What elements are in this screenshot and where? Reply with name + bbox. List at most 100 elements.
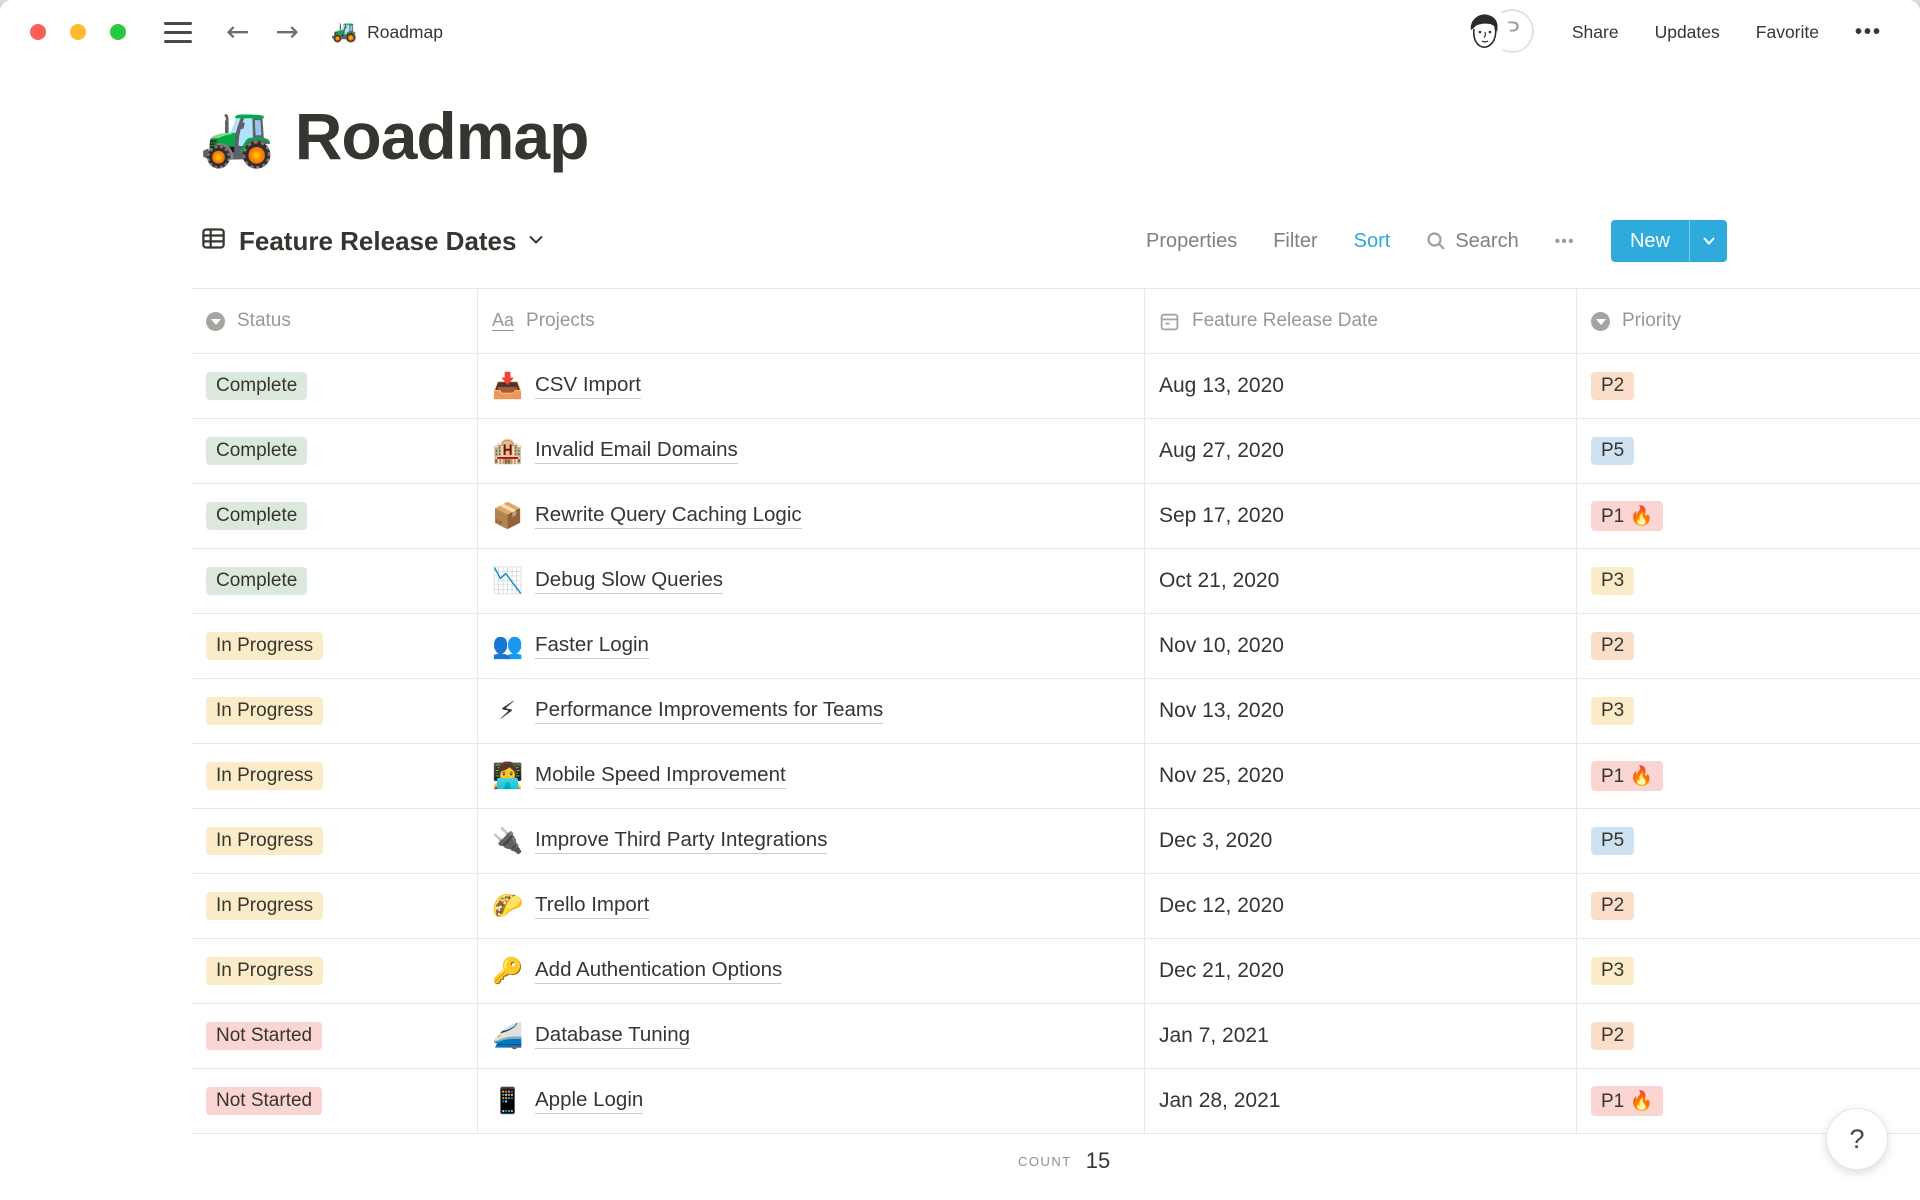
breadcrumb-page-emoji: 🚜 bbox=[330, 20, 358, 43]
project-emoji: 🏨 bbox=[492, 436, 524, 465]
date-cell[interactable]: Dec 21, 2020 bbox=[1145, 939, 1577, 1003]
search-icon bbox=[1427, 232, 1446, 250]
status-cell[interactable]: In Progress bbox=[192, 874, 478, 938]
project-link[interactable]: ⚡ Performance Improvements for Teams bbox=[492, 696, 884, 726]
table-row: In Progress 🔑 Add Authentication Options… bbox=[192, 939, 1920, 1004]
sidebar-menu-icon[interactable] bbox=[164, 21, 192, 43]
status-cell[interactable]: In Progress bbox=[192, 939, 478, 1003]
project-cell[interactable]: 🚄 Database Tuning bbox=[478, 1004, 1145, 1068]
status-cell[interactable]: Complete bbox=[192, 484, 478, 548]
priority-cell[interactable]: P5 bbox=[1577, 419, 1920, 483]
status-cell[interactable]: Not Started bbox=[192, 1004, 478, 1068]
updates-button[interactable]: Updates bbox=[1655, 22, 1720, 43]
priority-cell[interactable]: P2 bbox=[1577, 1004, 1920, 1068]
project-link[interactable]: 👩‍💻 Mobile Speed Improvement bbox=[492, 762, 786, 791]
project-link[interactable]: 🚄 Database Tuning bbox=[492, 1022, 691, 1051]
project-cell[interactable]: 👥 Faster Login bbox=[478, 614, 1145, 678]
status-cell[interactable]: In Progress bbox=[192, 679, 478, 743]
help-button[interactable]: ? bbox=[1826, 1108, 1888, 1170]
project-emoji: 🌮 bbox=[492, 891, 524, 920]
collaborator-avatars[interactable]: P bbox=[1459, 8, 1536, 56]
date-cell[interactable]: Dec 3, 2020 bbox=[1145, 809, 1577, 873]
column-label: Status bbox=[237, 310, 291, 331]
priority-cell[interactable]: P2 bbox=[1577, 354, 1920, 418]
column-header-projects[interactable]: Aa Projects bbox=[478, 289, 1145, 353]
toolbar-more-icon[interactable]: ••• bbox=[1555, 233, 1575, 250]
status-cell[interactable]: In Progress bbox=[192, 614, 478, 678]
more-options-icon[interactable]: ••• bbox=[1855, 21, 1882, 44]
project-cell[interactable]: 👩‍💻 Mobile Speed Improvement bbox=[478, 744, 1145, 808]
date-cell[interactable]: Sep 17, 2020 bbox=[1145, 484, 1577, 548]
priority-cell[interactable]: P1 🔥 bbox=[1577, 744, 1920, 808]
favorite-button[interactable]: Favorite bbox=[1756, 22, 1819, 43]
date-cell[interactable]: Jan 7, 2021 bbox=[1145, 1004, 1577, 1068]
date-cell[interactable]: Aug 13, 2020 bbox=[1145, 354, 1577, 418]
status-cell[interactable]: Not Started bbox=[192, 1069, 478, 1133]
project-link[interactable]: 📦 Rewrite Query Caching Logic bbox=[492, 502, 802, 531]
status-cell[interactable]: In Progress bbox=[192, 744, 478, 808]
priority-cell[interactable]: P3 bbox=[1577, 549, 1920, 613]
priority-cell[interactable]: P1 🔥 bbox=[1577, 484, 1920, 548]
priority-cell[interactable]: P5 bbox=[1577, 809, 1920, 873]
status-cell[interactable]: Complete bbox=[192, 419, 478, 483]
date-cell[interactable]: Nov 10, 2020 bbox=[1145, 614, 1577, 678]
project-emoji: 📥 bbox=[492, 371, 524, 400]
project-link[interactable]: 🔑 Add Authentication Options bbox=[492, 957, 783, 986]
new-dropdown-button[interactable] bbox=[1690, 220, 1727, 262]
date-cell[interactable]: Nov 25, 2020 bbox=[1145, 744, 1577, 808]
project-cell[interactable]: 📉 Debug Slow Queries bbox=[478, 549, 1145, 613]
status-badge: Complete bbox=[206, 437, 308, 465]
zoom-window-button[interactable] bbox=[110, 24, 126, 40]
project-cell[interactable]: 🔌 Improve Third Party Integrations bbox=[478, 809, 1145, 873]
project-link[interactable]: 📉 Debug Slow Queries bbox=[492, 567, 724, 596]
count-label[interactable]: COUNT bbox=[1018, 1154, 1072, 1169]
priority-cell[interactable]: P3 bbox=[1577, 939, 1920, 1003]
column-header-status[interactable]: Status bbox=[192, 289, 478, 353]
page-title-text[interactable]: Roadmap bbox=[295, 98, 590, 174]
date-cell[interactable]: Aug 27, 2020 bbox=[1145, 419, 1577, 483]
date-cell[interactable]: Dec 12, 2020 bbox=[1145, 874, 1577, 938]
new-button[interactable]: New bbox=[1611, 220, 1689, 262]
status-cell[interactable]: In Progress bbox=[192, 809, 478, 873]
priority-cell[interactable]: P2 bbox=[1577, 614, 1920, 678]
project-emoji: 👥 bbox=[492, 631, 524, 660]
properties-button[interactable]: Properties bbox=[1146, 230, 1237, 253]
sort-button[interactable]: Sort bbox=[1354, 230, 1391, 253]
project-link[interactable]: 🌮 Trello Import bbox=[492, 891, 650, 921]
view-selector[interactable]: Feature Release Dates bbox=[200, 225, 544, 257]
column-header-date[interactable]: Feature Release Date bbox=[1145, 289, 1577, 353]
status-cell[interactable]: Complete bbox=[192, 549, 478, 613]
date-cell[interactable]: Oct 21, 2020 bbox=[1145, 549, 1577, 613]
priority-cell[interactable]: P2 bbox=[1577, 874, 1920, 938]
table-row: In Progress 👩‍💻 Mobile Speed Improvement… bbox=[192, 744, 1920, 809]
project-cell[interactable]: 📱 Apple Login bbox=[478, 1069, 1145, 1133]
project-cell[interactable]: 📥 CSV Import bbox=[478, 354, 1145, 418]
forward-arrow-icon[interactable]: → bbox=[275, 18, 298, 46]
project-cell[interactable]: 🔑 Add Authentication Options bbox=[478, 939, 1145, 1003]
back-arrow-icon[interactable]: ← bbox=[226, 18, 249, 46]
project-link[interactable]: 🏨 Invalid Email Domains bbox=[492, 437, 738, 466]
column-header-priority[interactable]: Priority bbox=[1577, 289, 1920, 353]
page-emoji[interactable]: 🚜 bbox=[200, 106, 275, 166]
project-link[interactable]: 🔌 Improve Third Party Integrations bbox=[492, 827, 828, 856]
close-window-button[interactable] bbox=[30, 24, 46, 40]
date-cell[interactable]: Nov 13, 2020 bbox=[1145, 679, 1577, 743]
status-cell[interactable]: Complete bbox=[192, 354, 478, 418]
window-topbar: ← → 🚜 Roadmap P Share Updates Favorite •… bbox=[0, 0, 1920, 64]
filter-button[interactable]: Filter bbox=[1273, 230, 1317, 253]
project-cell[interactable]: 📦 Rewrite Query Caching Logic bbox=[478, 484, 1145, 548]
priority-cell[interactable]: P3 bbox=[1577, 679, 1920, 743]
project-cell[interactable]: 🏨 Invalid Email Domains bbox=[478, 419, 1145, 483]
priority-badge: P5 bbox=[1591, 827, 1635, 855]
minimize-window-button[interactable] bbox=[70, 24, 86, 40]
breadcrumb[interactable]: 🚜 Roadmap bbox=[331, 20, 443, 44]
project-link[interactable]: 👥 Faster Login bbox=[492, 632, 649, 661]
project-link[interactable]: 📥 CSV Import bbox=[492, 372, 641, 401]
date-cell[interactable]: Jan 28, 2021 bbox=[1145, 1069, 1577, 1133]
project-cell[interactable]: 🌮 Trello Import bbox=[478, 874, 1145, 938]
project-link[interactable]: 📱 Apple Login bbox=[492, 1087, 644, 1116]
share-button[interactable]: Share bbox=[1572, 22, 1619, 43]
project-title: Trello Import bbox=[535, 893, 650, 919]
project-cell[interactable]: ⚡ Performance Improvements for Teams bbox=[478, 679, 1145, 743]
search-button[interactable]: Search bbox=[1426, 230, 1519, 253]
